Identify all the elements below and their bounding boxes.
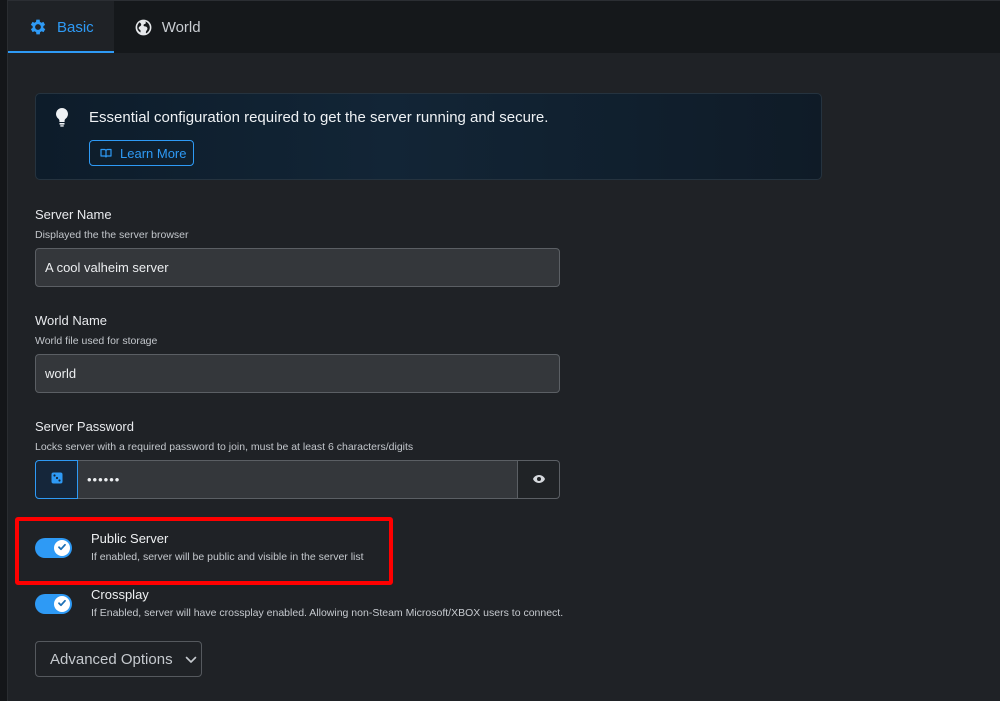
dice-icon xyxy=(51,471,63,489)
tab-basic[interactable]: Basic xyxy=(8,1,114,53)
reveal-password-button[interactable] xyxy=(518,460,560,499)
world-name-help: World file used for storage xyxy=(35,335,158,347)
server-name-label: Server Name xyxy=(35,207,112,222)
toggle-knob xyxy=(54,596,70,612)
world-name-label: World Name xyxy=(35,313,108,328)
public-server-title: Public Server xyxy=(91,531,169,546)
gear-icon xyxy=(28,17,48,37)
check-icon xyxy=(57,539,67,557)
tab-basic-label: Basic xyxy=(57,18,94,36)
info-callout: Essential configuration required to get … xyxy=(35,93,822,180)
advanced-options-label: Advanced Options xyxy=(50,650,173,668)
server-password-value: •••••• xyxy=(87,472,121,487)
server-password-label: Server Password xyxy=(35,419,134,434)
book-icon xyxy=(100,146,112,161)
server-password-input[interactable]: •••••• xyxy=(78,460,518,499)
public-server-help: If enabled, server will be public and vi… xyxy=(91,551,364,563)
server-name-value: A cool valheim server xyxy=(45,260,169,275)
globe-icon xyxy=(134,18,153,37)
check-icon xyxy=(57,595,67,613)
chevron-down-icon xyxy=(185,651,197,668)
tab-bar: Basic World xyxy=(8,0,1000,53)
learn-more-label: Learn More xyxy=(120,145,187,161)
server-name-help: Displayed the the server browser xyxy=(35,229,189,241)
crossplay-toggle[interactable] xyxy=(35,594,72,614)
crossplay-help: If Enabled, server will have crossplay e… xyxy=(91,607,564,619)
left-edge-strip xyxy=(0,0,8,701)
callout-message: Essential configuration required to get … xyxy=(89,109,549,126)
public-server-toggle[interactable] xyxy=(35,538,72,558)
world-name-input[interactable]: world xyxy=(35,354,560,393)
advanced-options-button[interactable]: Advanced Options xyxy=(35,641,202,677)
lightbulb-icon xyxy=(54,107,70,132)
eye-icon xyxy=(532,471,546,489)
learn-more-button[interactable]: Learn More xyxy=(89,140,194,166)
toggle-knob xyxy=(54,540,70,556)
world-name-value: world xyxy=(45,366,77,381)
server-password-group: •••••• xyxy=(35,460,560,499)
crossplay-title: Crossplay xyxy=(91,587,149,602)
tab-world[interactable]: World xyxy=(114,1,221,53)
tab-world-label: World xyxy=(161,18,201,36)
generate-password-button[interactable] xyxy=(35,460,78,499)
server-name-input[interactable]: A cool valheim server xyxy=(35,248,560,287)
server-password-help: Locks server with a required password to… xyxy=(35,441,414,453)
